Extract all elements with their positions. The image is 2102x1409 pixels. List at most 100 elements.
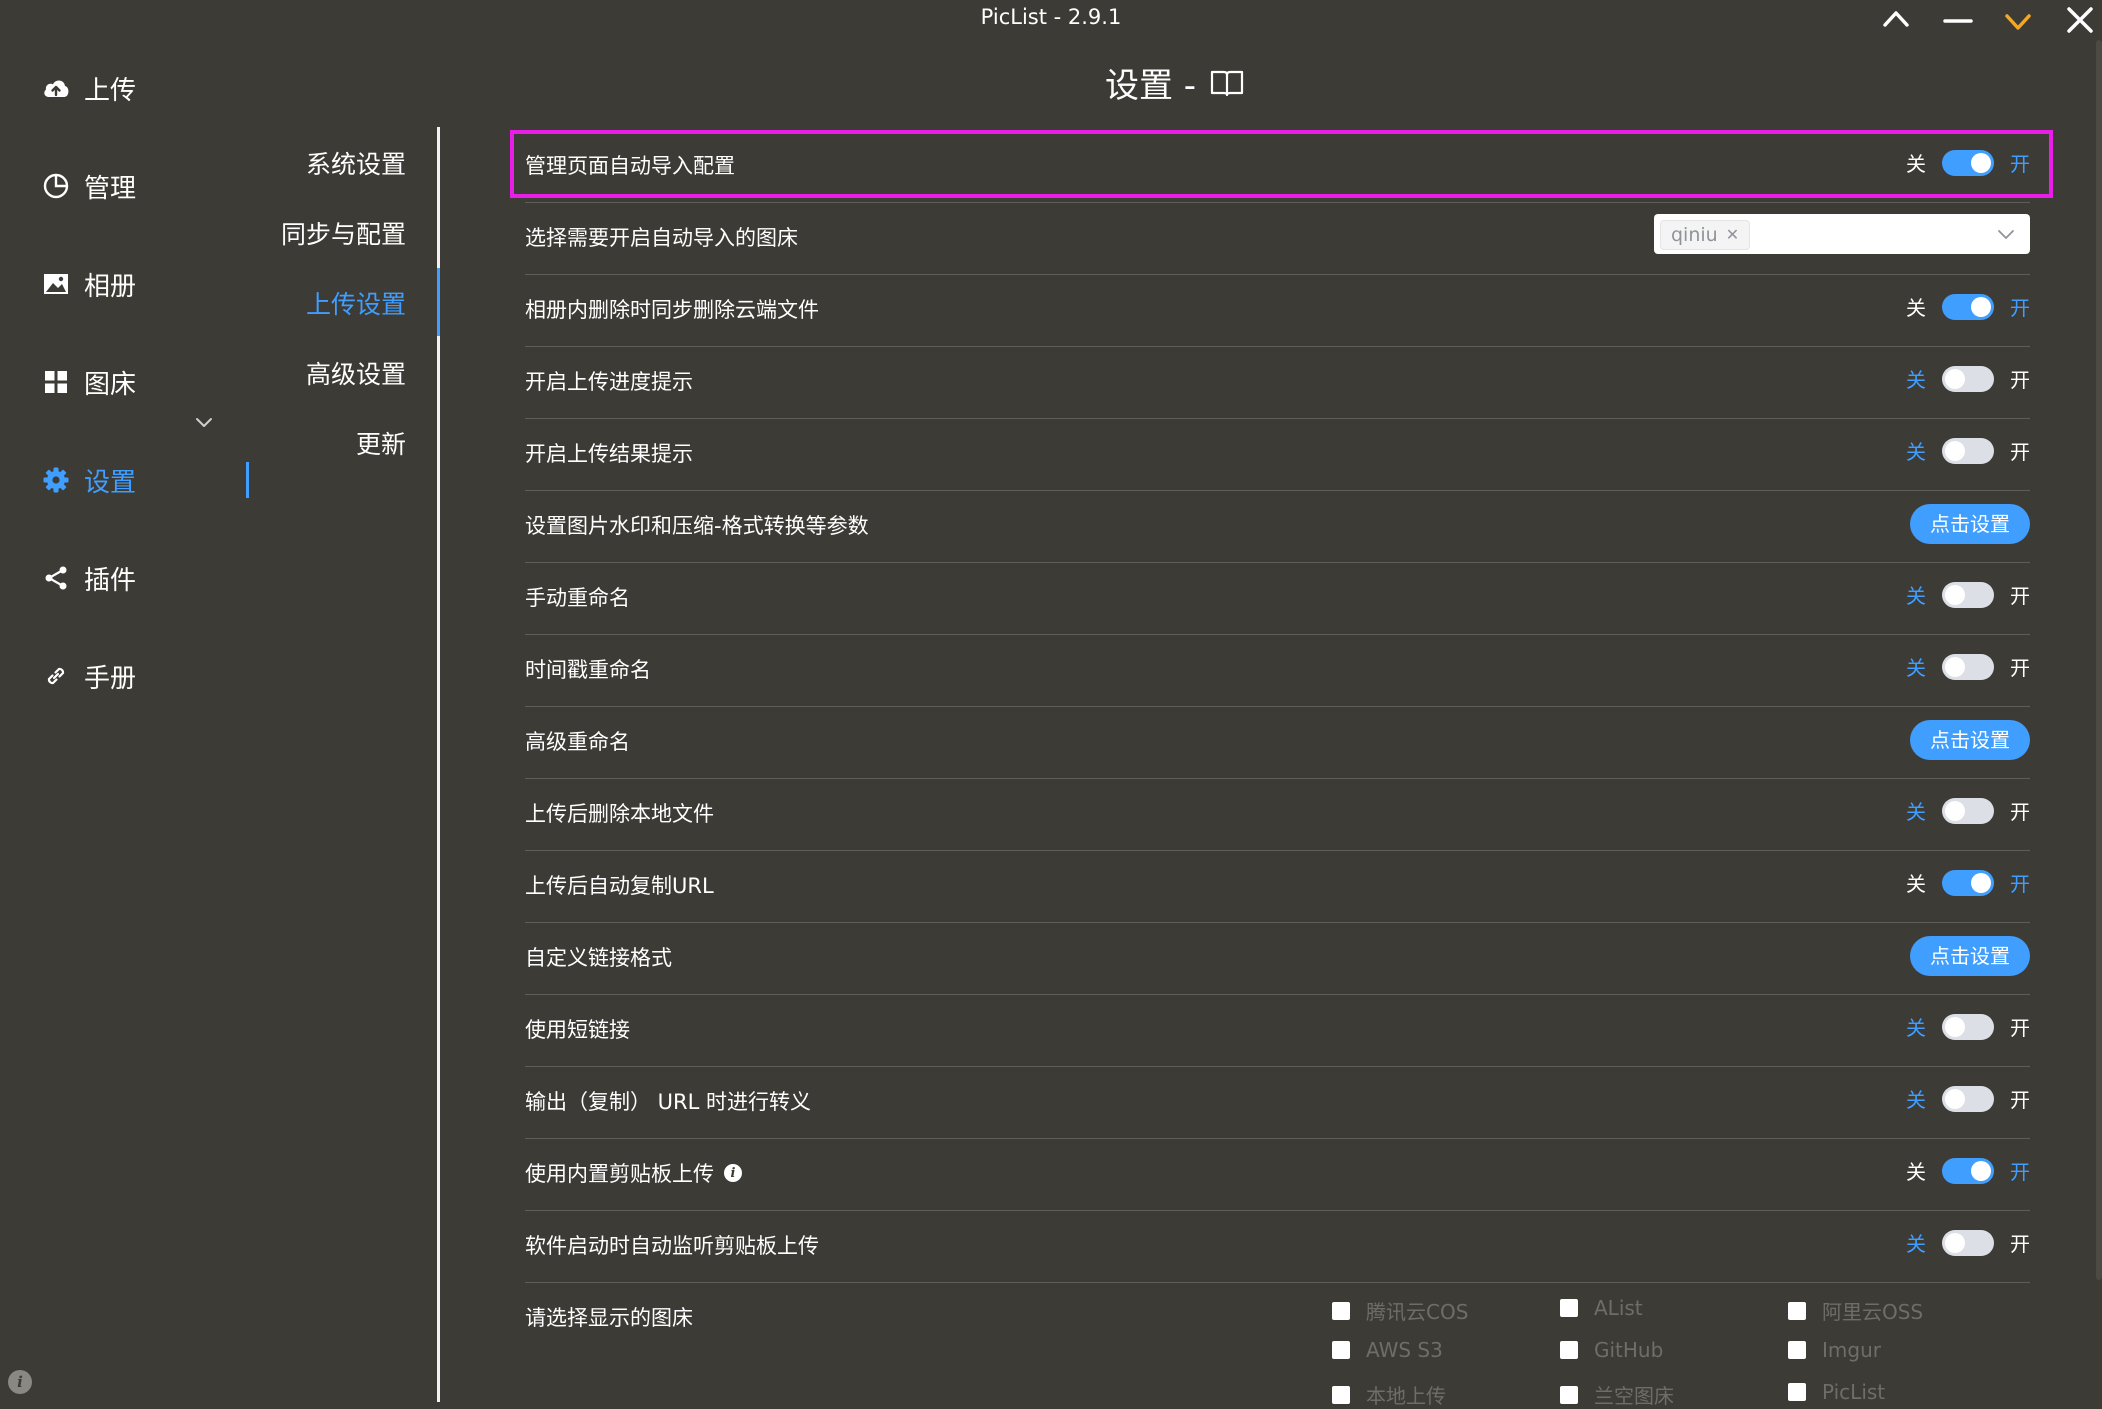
checkbox-box[interactable] bbox=[1332, 1341, 1350, 1359]
nav-item-upload[interactable]: 上传 bbox=[38, 63, 248, 113]
upload-result-toggle[interactable] bbox=[1942, 437, 1994, 464]
toggle-off-label[interactable]: 关 bbox=[1906, 364, 1926, 393]
delete-local-file-toggle[interactable] bbox=[1942, 797, 1994, 824]
title-bar: PicList - 2.9.1 bbox=[0, 0, 2102, 40]
toggle-on-label[interactable]: 开 bbox=[2010, 1084, 2030, 1113]
toggle-on-label[interactable]: 开 bbox=[2010, 1156, 2030, 1185]
info-icon[interactable]: i bbox=[8, 1370, 32, 1394]
page-title-text: 设置 - bbox=[1105, 66, 1197, 106]
custom-link-format-button[interactable]: 点击设置 bbox=[1910, 936, 2030, 976]
submenu-system-settings[interactable]: 系统设置 bbox=[306, 145, 406, 181]
nav-item-manual[interactable]: 手册 bbox=[38, 651, 248, 701]
picbed-checkbox-alist[interactable]: AList bbox=[1560, 1296, 1643, 1320]
delete-cloud-file-toggle[interactable] bbox=[1942, 293, 1994, 320]
toggle-on-label[interactable]: 开 bbox=[2010, 652, 2030, 681]
toggle-on-label[interactable]: 开 bbox=[2010, 364, 2030, 393]
escape-url-toggle[interactable] bbox=[1942, 1085, 1994, 1112]
minimize-button[interactable] bbox=[1932, 0, 1984, 40]
toggle-on-label[interactable]: 开 bbox=[2010, 796, 2030, 825]
chevron-down-icon bbox=[2005, 14, 2031, 30]
nav-item-label: 手册 bbox=[84, 663, 137, 694]
picbed-checkbox-lskypro[interactable]: 兰空图床 bbox=[1560, 1380, 1674, 1409]
toggle-on-label[interactable]: 开 bbox=[2010, 148, 2030, 177]
toggle-off-label[interactable]: 关 bbox=[1906, 148, 1926, 177]
clipboard-listen-toggle[interactable] bbox=[1942, 1229, 1994, 1256]
picbed-checkbox-imgur[interactable]: Imgur bbox=[1788, 1338, 1881, 1362]
toggle-on-label[interactable]: 开 bbox=[2010, 1228, 2030, 1257]
tag-close-icon[interactable]: ✕ bbox=[1726, 221, 1739, 249]
submenu-sync-config[interactable]: 同步与配置 bbox=[281, 215, 406, 251]
setting-row-auto-copy-url: 上传后自动复制URL 关 开 bbox=[525, 850, 2030, 923]
link-icon bbox=[38, 658, 74, 694]
info-icon[interactable]: i bbox=[724, 1164, 742, 1182]
builtin-clipboard-toggle[interactable] bbox=[1942, 1157, 1994, 1184]
setting-label: 请选择显示的图床 bbox=[525, 1306, 693, 1330]
watermark-settings-button[interactable]: 点击设置 bbox=[1910, 504, 2030, 544]
picture-icon bbox=[38, 266, 74, 302]
toggle-off-label[interactable]: 关 bbox=[1906, 1012, 1926, 1041]
toggle-group: 关 开 bbox=[1906, 1156, 2030, 1185]
toggle-off-label[interactable]: 关 bbox=[1906, 652, 1926, 681]
picbed-multiselect[interactable]: qiniu ✕ bbox=[1654, 214, 2030, 254]
toggle-off-label[interactable]: 关 bbox=[1906, 292, 1926, 321]
toggle-on-label[interactable]: 开 bbox=[2010, 580, 2030, 609]
auto-import-config-toggle[interactable] bbox=[1942, 149, 1994, 176]
setting-row-short-url: 使用短链接 关 开 bbox=[525, 994, 2030, 1067]
setting-label: 管理页面自动导入配置 bbox=[525, 154, 735, 178]
submenu-update[interactable]: 更新 bbox=[356, 425, 406, 461]
toggle-off-label[interactable]: 关 bbox=[1906, 580, 1926, 609]
short-url-toggle[interactable] bbox=[1942, 1013, 1994, 1040]
always-on-top-button[interactable] bbox=[1870, 0, 1922, 40]
chevron-down-icon[interactable] bbox=[1996, 226, 2016, 242]
picbed-checkbox-tcyun[interactable]: 腾讯云COS bbox=[1332, 1296, 1468, 1325]
checkbox-box[interactable] bbox=[1332, 1301, 1350, 1320]
setting-row-timestamp-rename: 时间戳重命名 关 开 bbox=[525, 634, 2030, 707]
submenu-advanced-settings[interactable]: 高级设置 bbox=[306, 355, 406, 391]
checkbox-box[interactable] bbox=[1560, 1341, 1578, 1359]
nav-item-settings[interactable]: 设置 bbox=[38, 455, 248, 505]
checkbox-box[interactable] bbox=[1560, 1299, 1578, 1317]
toggle-off-label[interactable]: 关 bbox=[1906, 1228, 1926, 1257]
picbed-checkbox-local[interactable]: 本地上传 bbox=[1332, 1380, 1446, 1409]
picbed-checkbox-aliyun[interactable]: 阿里云OSS bbox=[1788, 1296, 1923, 1325]
picbed-checkbox-aws-s3[interactable]: AWS S3 bbox=[1332, 1338, 1443, 1362]
chevron-down-icon[interactable] bbox=[192, 410, 216, 434]
toggle-off-label[interactable]: 关 bbox=[1906, 436, 1926, 465]
setting-label: 使用内置剪贴板上传 i bbox=[525, 1158, 742, 1188]
setting-label: 开启上传结果提示 bbox=[525, 442, 693, 466]
toggle-on-label[interactable]: 开 bbox=[2010, 868, 2030, 897]
checkbox-box[interactable] bbox=[1560, 1385, 1578, 1404]
manual-rename-toggle[interactable] bbox=[1942, 581, 1994, 608]
toggle-group: 关 开 bbox=[1906, 1012, 2030, 1041]
scrollbar[interactable] bbox=[2096, 40, 2102, 1280]
close-icon bbox=[2067, 7, 2093, 33]
toggle-on-label[interactable]: 开 bbox=[2010, 436, 2030, 465]
checkbox-box[interactable] bbox=[1788, 1341, 1806, 1359]
picbed-checkbox-piclist[interactable]: PicList bbox=[1788, 1380, 1885, 1404]
timestamp-rename-toggle[interactable] bbox=[1942, 653, 1994, 680]
nav-item-plugins[interactable]: 插件 bbox=[38, 553, 248, 603]
checkbox-box[interactable] bbox=[1788, 1301, 1806, 1320]
toggle-off-label[interactable]: 关 bbox=[1906, 1084, 1926, 1113]
book-icon[interactable] bbox=[1210, 68, 1244, 98]
nav-item-gallery[interactable]: 相册 bbox=[38, 259, 248, 309]
toggle-on-label[interactable]: 开 bbox=[2010, 1012, 2030, 1041]
advanced-rename-button[interactable]: 点击设置 bbox=[1910, 720, 2030, 760]
mini-window-button[interactable] bbox=[1992, 0, 2044, 40]
upload-progress-toggle[interactable] bbox=[1942, 365, 1994, 392]
toggle-on-label[interactable]: 开 bbox=[2010, 292, 2030, 321]
nav-item-manage[interactable]: 管理 bbox=[38, 161, 248, 211]
checkbox-box[interactable] bbox=[1332, 1385, 1350, 1404]
page-title: 设置 - bbox=[1105, 58, 1244, 107]
setting-row-escape-url: 输出（复制） URL 时进行转义 关 开 bbox=[525, 1066, 2030, 1139]
toggle-off-label[interactable]: 关 bbox=[1906, 1156, 1926, 1185]
picbed-checkbox-github[interactable]: GitHub bbox=[1560, 1338, 1663, 1362]
setting-row-auto-import-config: 管理页面自动导入配置 关 开 bbox=[525, 130, 2030, 203]
close-button[interactable] bbox=[2054, 0, 2102, 40]
submenu-upload-settings[interactable]: 上传设置 bbox=[306, 285, 406, 321]
toggle-off-label[interactable]: 关 bbox=[1906, 796, 1926, 825]
checkbox-box[interactable] bbox=[1788, 1383, 1806, 1401]
nav-item-picbed[interactable]: 图床 bbox=[38, 357, 248, 407]
auto-copy-url-toggle[interactable] bbox=[1942, 869, 1994, 896]
toggle-off-label[interactable]: 关 bbox=[1906, 868, 1926, 897]
